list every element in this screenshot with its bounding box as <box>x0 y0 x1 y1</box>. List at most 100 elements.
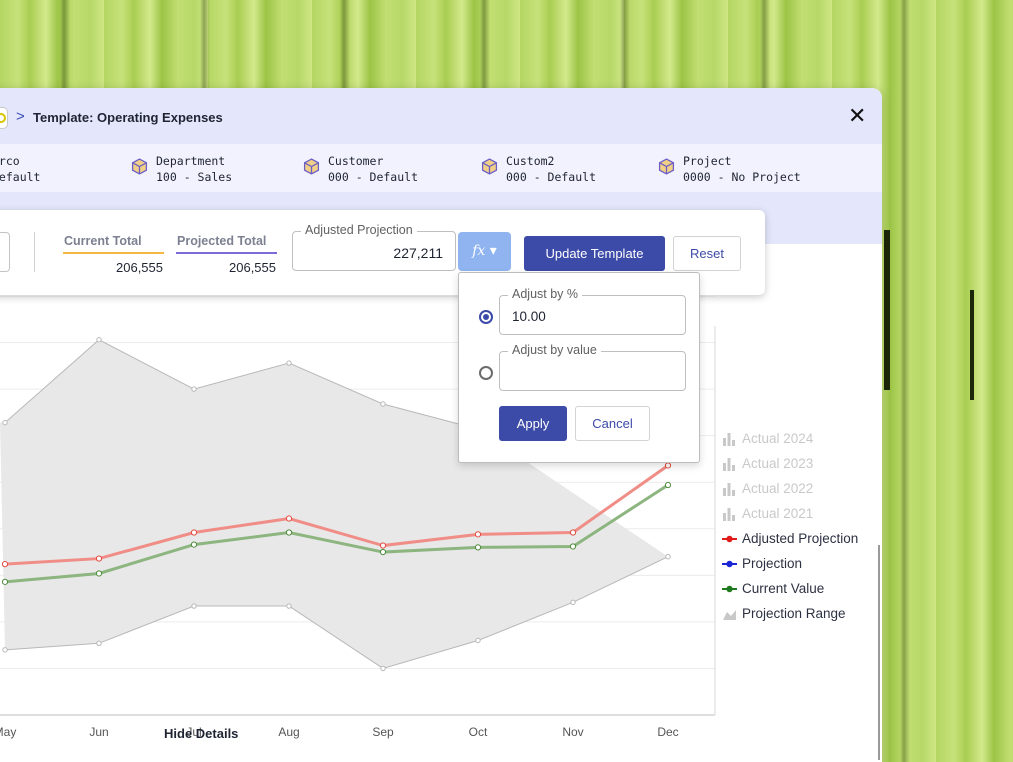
projection-range-lower-point <box>380 665 386 672</box>
x-tick-label: Jun <box>89 725 108 739</box>
background-dark-stripe-1 <box>884 230 890 390</box>
adjust-by-percent-value: 10.00 <box>512 309 546 324</box>
x-tick-label: Aug <box>278 725 299 739</box>
area-chart-icon <box>722 607 737 621</box>
bar-chart-icon <box>722 507 737 521</box>
dimension-bar: erco Default Department 100 - Sales Cust… <box>0 144 882 192</box>
x-tick-label: Dec <box>657 725 678 739</box>
dimension-label: Custom2 <box>506 154 555 168</box>
adjusted-projection-point <box>1 561 9 568</box>
cube-icon <box>131 158 148 175</box>
adjust-popover: Adjust by % 10.00 Adjust by value Apply … <box>458 272 700 463</box>
x-tick-label: May <box>0 725 16 739</box>
adjusted-projection-label: Adjusted Projection <box>301 223 417 237</box>
dimension-value: Default <box>0 170 41 184</box>
formula-dropdown-button[interactable]: fx ▾ <box>458 232 511 271</box>
adjust-by-percent-input[interactable]: Adjust by % 10.00 <box>499 287 686 335</box>
bar-chart-icon <box>722 432 737 446</box>
dimension-item-customer[interactable]: Customer 000 - Default <box>303 153 419 185</box>
dimension-item-project[interactable]: Project 0000 - No Project <box>658 153 801 185</box>
background-dark-stripe-2 <box>970 290 974 400</box>
current-value-point <box>190 541 198 548</box>
bar-chart-icon <box>722 457 737 471</box>
adjusted-projection-point <box>664 462 672 469</box>
projection-range-lower-point <box>570 599 576 606</box>
legend-label: Actual 2022 <box>742 481 814 496</box>
projection-range-lower-point <box>286 603 292 609</box>
legend-label: Projection Range <box>742 606 846 621</box>
divider <box>34 232 35 272</box>
dimension-item-custom2[interactable]: Custom2 000 - Default <box>481 153 597 185</box>
current-value-point <box>1 578 9 585</box>
current-total-label: Current Total <box>64 234 142 248</box>
legend-label: Current Value <box>742 581 825 596</box>
x-tick-label: Sep <box>372 725 394 739</box>
adjusted-projection-point <box>474 531 482 538</box>
projected-total-value: 206,555 <box>229 260 276 275</box>
apply-button[interactable]: Apply <box>499 406 567 441</box>
dimension-value: 000 - Default <box>328 170 419 184</box>
adjusted-projection-point <box>95 555 103 562</box>
projection-range-lower-point <box>665 554 671 560</box>
truncated-input[interactable] <box>0 232 10 272</box>
dimension-item-0[interactable]: erco Default <box>0 153 40 185</box>
adjusted-projection-value: 227,211 <box>393 245 443 261</box>
legend-label: Projection <box>742 556 803 571</box>
line-marker-icon <box>722 582 737 596</box>
dimension-label: Customer <box>328 154 384 168</box>
adjusted-projection-field[interactable]: Adjusted Projection 227,211 <box>292 223 456 271</box>
projected-total-underline <box>176 252 277 254</box>
adjust-by-value-radio[interactable] <box>479 366 493 380</box>
panel-header: > Template: Operating Expenses ✕ <box>0 88 882 144</box>
current-value-point <box>95 570 103 577</box>
dimension-value: 0000 - No Project <box>683 170 801 184</box>
dimension-label: Department <box>156 154 226 168</box>
projected-total-label: Projected Total <box>177 234 267 248</box>
x-tick-label: Oct <box>469 725 488 739</box>
dimension-item-department[interactable]: Department 100 - Sales <box>131 153 233 185</box>
projection-range-lower-point <box>96 640 102 647</box>
chevron-right-icon: > <box>16 108 25 125</box>
current-value-point <box>664 481 672 489</box>
adjust-by-value-label: Adjust by value <box>508 343 601 357</box>
adjusted-projection-point <box>285 515 293 522</box>
projection-range-upper-point <box>191 386 197 392</box>
dimension-label: erco <box>0 154 20 168</box>
dimension-value: 000 - Default <box>506 170 597 184</box>
current-total-value: 206,555 <box>116 260 163 275</box>
legend-label: Actual 2021 <box>742 506 814 521</box>
projection-range-lower-point <box>2 647 8 653</box>
adjusted-projection-point <box>379 542 387 549</box>
adjusted-projection-point <box>190 529 198 536</box>
cube-icon <box>303 158 320 175</box>
cancel-button[interactable]: Cancel <box>575 406 650 441</box>
current-total-underline <box>63 252 164 254</box>
adjust-by-percent-label: Adjust by % <box>508 287 583 301</box>
projection-range-upper-point <box>96 337 102 343</box>
adjusted-projection-point <box>569 529 577 536</box>
x-tick-label: Nov <box>562 725 583 739</box>
current-value-point <box>569 543 577 550</box>
hide-details-button[interactable]: Hide Details <box>164 726 238 741</box>
update-template-button[interactable]: Update Template <box>524 236 665 271</box>
scrollbar[interactable] <box>878 545 880 760</box>
legend-label: Actual 2024 <box>742 431 814 446</box>
legend-label: Actual 2023 <box>742 456 814 471</box>
line-marker-icon <box>722 557 737 571</box>
current-value-point <box>285 529 293 536</box>
projection-range-lower-point <box>475 637 481 644</box>
cube-icon <box>481 158 498 175</box>
current-value-point <box>474 544 482 551</box>
current-value-point <box>379 548 387 556</box>
breadcrumb-status-pill[interactable] <box>0 107 8 129</box>
projection-range-lower-point <box>191 603 197 609</box>
page-title: Template: Operating Expenses <box>33 110 223 125</box>
adjust-by-value-input[interactable]: Adjust by value <box>499 343 686 391</box>
dimension-value: 100 - Sales <box>156 170 233 184</box>
close-button[interactable]: ✕ <box>848 105 866 127</box>
projection-range-upper-point <box>380 401 386 407</box>
adjust-by-percent-radio[interactable] <box>479 310 493 324</box>
status-ring-icon <box>0 113 6 123</box>
dimension-label: Project <box>683 154 732 168</box>
reset-button[interactable]: Reset <box>673 236 741 271</box>
